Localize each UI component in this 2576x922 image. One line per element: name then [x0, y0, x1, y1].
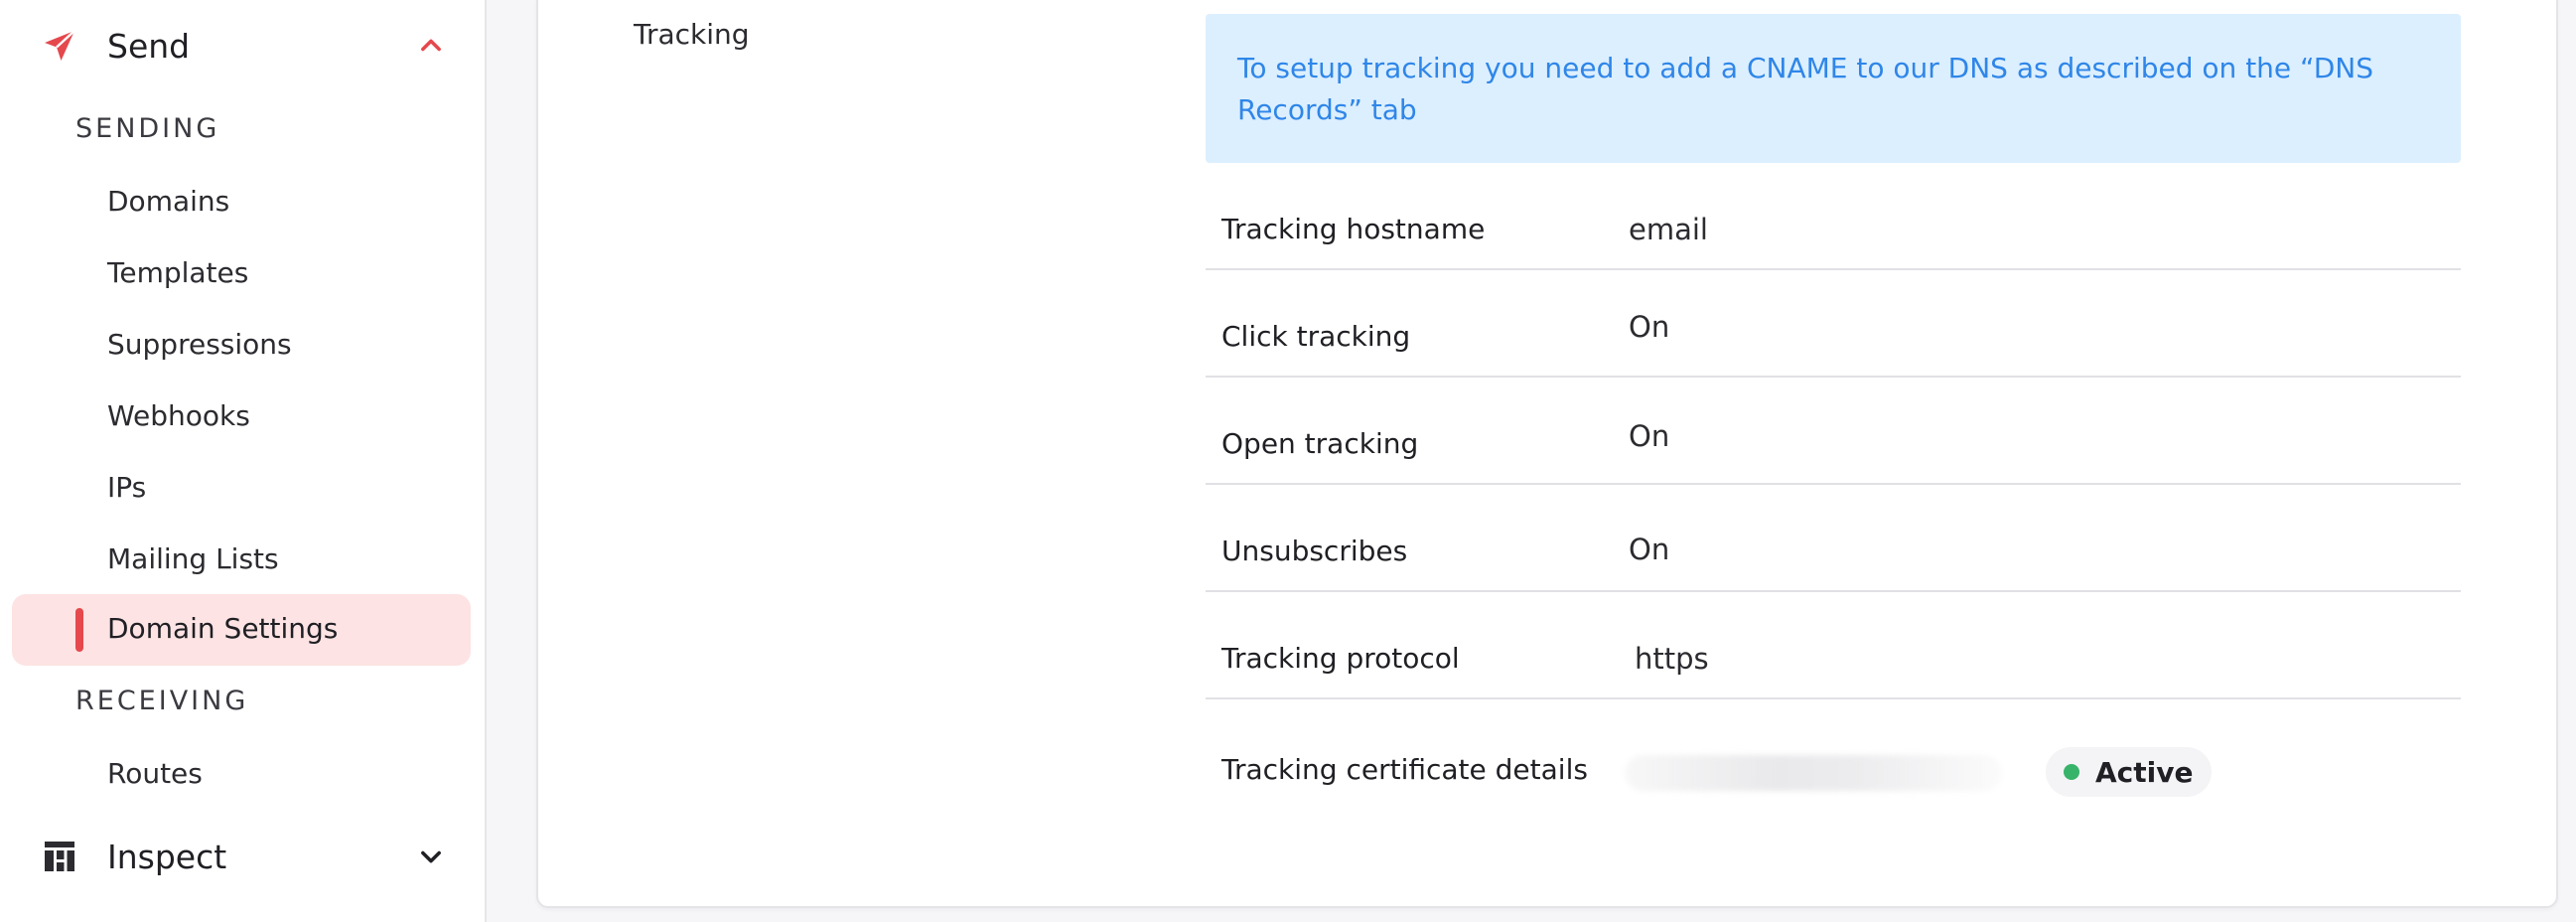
- redacted-certificate-value: [1625, 755, 2002, 791]
- sidebar-item-ips[interactable]: IPs: [107, 471, 146, 504]
- sidebar-item-domains[interactable]: Domains: [107, 185, 229, 218]
- sidebar-item-label: Domain Settings: [107, 612, 339, 645]
- tracking-info-alert: To setup tracking you need to add a CNAM…: [1206, 14, 2461, 163]
- row-tracking-hostname: Tracking hostname email: [1206, 163, 2461, 270]
- row-key: Click tracking: [1221, 320, 1411, 353]
- row-unsubscribes: Unsubscribes On: [1206, 485, 2461, 592]
- sidebar-item-domain-settings[interactable]: Domain Settings: [12, 594, 471, 666]
- section-label-receiving: RECEIVING: [75, 686, 249, 716]
- nav-group-inspect[interactable]: Inspect: [0, 821, 487, 892]
- row-value: On: [1629, 533, 1670, 566]
- sidebar-item-suppressions[interactable]: Suppressions: [107, 328, 292, 361]
- row-key: Unsubscribes: [1221, 535, 1408, 567]
- row-key: Tracking hostname: [1221, 213, 1486, 245]
- chevron-down-icon[interactable]: [417, 843, 445, 870]
- status-badge-label: Active: [2095, 755, 2194, 789]
- nav-group-send-label: Send: [107, 26, 191, 66]
- row-value: On: [1629, 419, 1670, 453]
- app-root: Send SENDING Domains Templates Suppressi…: [0, 0, 2576, 922]
- row-value: On: [1629, 310, 1670, 344]
- active-indicator: [75, 608, 83, 652]
- row-key: Tracking certificate details: [1221, 753, 1588, 786]
- row-click-tracking: Click tracking On: [1206, 270, 2461, 378]
- status-dot-icon: [2064, 764, 2079, 780]
- chevron-up-icon[interactable]: [417, 32, 445, 60]
- sidebar-item-mailing-lists[interactable]: Mailing Lists: [107, 542, 279, 575]
- nav-group-send[interactable]: Send: [0, 10, 487, 81]
- nav-group-inspect-label: Inspect: [107, 837, 227, 876]
- row-open-tracking: Open tracking On: [1206, 378, 2461, 485]
- row-value: https: [1635, 642, 1709, 676]
- section-label-sending: SENDING: [75, 113, 220, 144]
- dashboard-icon: [45, 842, 74, 871]
- row-key: Open tracking: [1221, 427, 1419, 460]
- sidebar-item-routes[interactable]: Routes: [107, 757, 203, 790]
- row-value: email: [1629, 213, 1708, 246]
- sidebar: Send SENDING Domains Templates Suppressi…: [0, 0, 487, 922]
- section-title-tracking: Tracking: [634, 18, 750, 51]
- row-tracking-protocol: Tracking protocol https: [1206, 592, 2461, 699]
- paper-plane-icon: [45, 30, 75, 61]
- sidebar-item-templates[interactable]: Templates: [107, 256, 248, 289]
- status-badge: Active: [2046, 747, 2212, 797]
- sidebar-item-webhooks[interactable]: Webhooks: [107, 399, 250, 432]
- row-key: Tracking protocol: [1221, 642, 1460, 675]
